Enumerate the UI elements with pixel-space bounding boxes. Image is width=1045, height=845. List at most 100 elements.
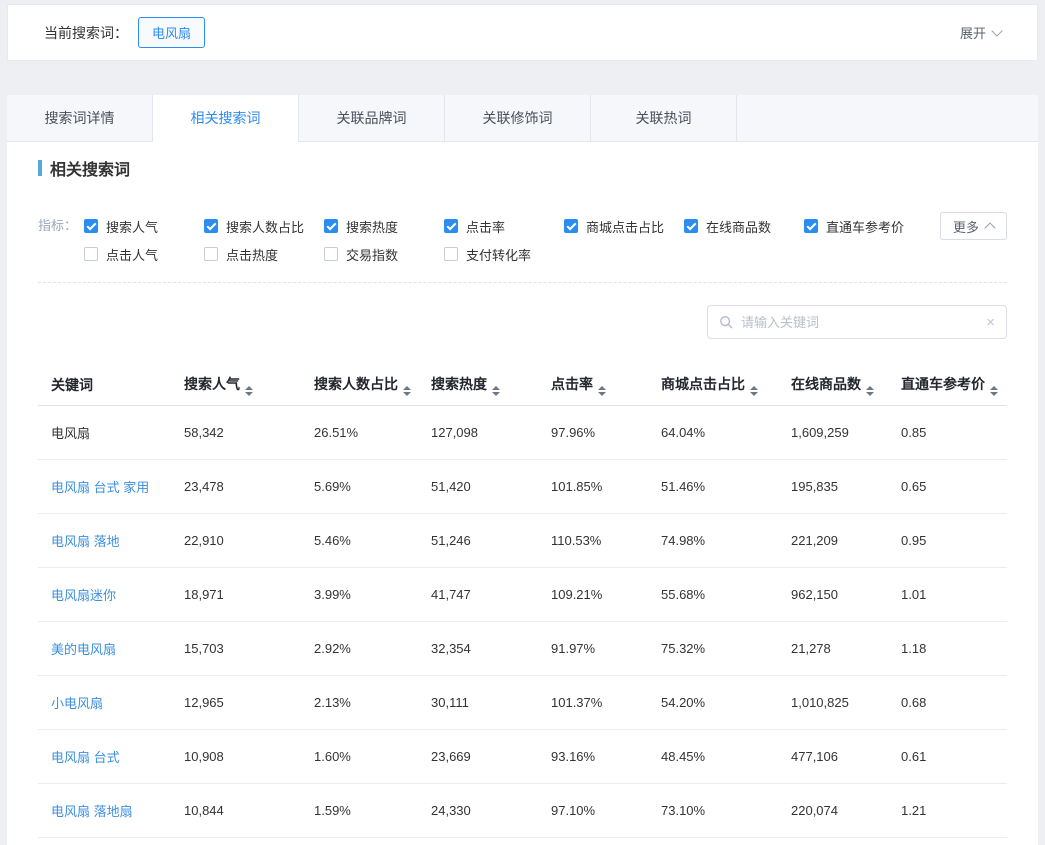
main-panel: 搜索词详情相关搜索词关联品牌词关联修饰词关联热词 相关搜索词 指标： 搜索人气搜… <box>7 95 1038 845</box>
keyword-cell[interactable]: 小电风扇 <box>38 675 171 729</box>
checkbox-checked-icon[interactable] <box>84 219 98 233</box>
value-cell: 220,074 <box>778 783 888 837</box>
column-header-ztc-reference-price[interactable]: 直通车参考价 <box>888 365 1007 405</box>
value-cell: 51,420 <box>418 459 538 513</box>
title-accent-bar <box>38 160 42 176</box>
metric-checkbox-searcher-share[interactable]: 搜索人数占比 <box>204 218 324 234</box>
checkbox-unchecked-icon[interactable] <box>204 247 218 261</box>
checkbox-unchecked-icon[interactable] <box>324 247 338 261</box>
column-header-search-heat[interactable]: 搜索热度 <box>418 365 538 405</box>
metric-checkbox-payment-conversion-rate[interactable]: 支付转化率 <box>444 246 564 262</box>
column-label: 在线商品数 <box>791 376 861 392</box>
metric-checkbox-online-products[interactable]: 在线商品数 <box>684 218 804 234</box>
sort-icon[interactable] <box>750 386 758 396</box>
metric-label: 搜索热度 <box>346 217 398 236</box>
value-cell: 127,098 <box>418 405 538 459</box>
sort-icon[interactable] <box>245 386 253 396</box>
metric-checkbox-search-popularity[interactable]: 搜索人气 <box>84 218 204 234</box>
keyword-cell[interactable]: 美的电风扇 <box>38 621 171 675</box>
metric-checkbox-click-heat[interactable]: 点击热度 <box>204 246 324 262</box>
checkbox-checked-icon[interactable] <box>444 219 458 233</box>
value-cell: 1.21 <box>888 783 1007 837</box>
column-header-online-products[interactable]: 在线商品数 <box>778 365 888 405</box>
metric-checkbox-click-popularity[interactable]: 点击人气 <box>84 246 204 262</box>
metric-label: 支付转化率 <box>466 245 531 264</box>
sort-icon[interactable] <box>990 386 998 396</box>
value-cell: 54.20% <box>648 675 778 729</box>
value-cell: 0.95 <box>888 513 1007 567</box>
sort-icon[interactable] <box>492 386 500 396</box>
sort-icon[interactable] <box>403 386 411 396</box>
value-cell: 32,354 <box>418 621 538 675</box>
current-search-bar: 当前搜索词： 电风扇 展开 <box>7 4 1038 61</box>
value-cell: 477,106 <box>778 729 888 783</box>
value-cell: 91.97% <box>538 621 648 675</box>
chevron-up-icon <box>984 222 995 233</box>
value-cell: 73.10% <box>648 783 778 837</box>
sort-icon[interactable] <box>866 386 874 396</box>
tab-related-brand-terms[interactable]: 关联品牌词 <box>299 95 445 141</box>
metric-checkbox-search-heat[interactable]: 搜索热度 <box>324 218 444 234</box>
metric-label: 搜索人数占比 <box>226 217 304 236</box>
metric-label: 直通车参考价 <box>826 217 904 236</box>
keyword-cell[interactable]: 电风扇 落地 <box>38 513 171 567</box>
value-cell: 74.98% <box>648 513 778 567</box>
value-cell: 195,835 <box>778 459 888 513</box>
checkbox-unchecked-icon[interactable] <box>444 247 458 261</box>
clear-icon[interactable]: × <box>986 315 995 330</box>
value-cell: 55.68% <box>648 567 778 621</box>
search-row: × <box>38 305 1007 339</box>
checkbox-checked-icon[interactable] <box>564 219 578 233</box>
table-row: 电风扇 落地22,9105.46%51,246110.53%74.98%221,… <box>38 513 1007 567</box>
value-cell: 51.46% <box>648 459 778 513</box>
more-button-label: 更多 <box>953 217 979 236</box>
table-row: 电风扇 台式 家用23,4785.69%51,420101.85%51.46%1… <box>38 459 1007 513</box>
column-header-search-popularity[interactable]: 搜索人气 <box>171 365 301 405</box>
value-cell: 5.69% <box>301 459 418 513</box>
column-label: 直通车参考价 <box>901 376 985 392</box>
metric-checkbox-ztc-reference-price[interactable]: 直通车参考价 <box>804 218 924 234</box>
value-cell: 23,669 <box>418 729 538 783</box>
keyword-search-input[interactable] <box>741 315 978 330</box>
tab-related-hot-terms[interactable]: 关联热词 <box>591 95 737 141</box>
tab-search-term-detail[interactable]: 搜索词详情 <box>7 95 153 141</box>
value-cell: 1,609,259 <box>778 405 888 459</box>
value-cell: 12,965 <box>171 675 301 729</box>
tab-related-search-terms[interactable]: 相关搜索词 <box>153 95 299 141</box>
metric-checkbox-mall-click-share[interactable]: 商城点击占比 <box>564 218 684 234</box>
tab-related-modifier-terms[interactable]: 关联修饰词 <box>445 95 591 141</box>
checkbox-checked-icon[interactable] <box>204 219 218 233</box>
column-header-mall-click-share[interactable]: 商城点击占比 <box>648 365 778 405</box>
value-cell: 1.59% <box>301 783 418 837</box>
value-cell: 41,747 <box>418 567 538 621</box>
value-cell: 0.68 <box>888 675 1007 729</box>
value-cell: 5.46% <box>301 513 418 567</box>
sort-icon[interactable] <box>598 386 606 396</box>
checkbox-unchecked-icon[interactable] <box>84 247 98 261</box>
column-header-click-rate[interactable]: 点击率 <box>538 365 648 405</box>
checkbox-checked-icon[interactable] <box>324 219 338 233</box>
checkbox-checked-icon[interactable] <box>684 219 698 233</box>
checkbox-checked-icon[interactable] <box>804 219 818 233</box>
value-cell: 18,971 <box>171 567 301 621</box>
metric-checkbox-transaction-index[interactable]: 交易指数 <box>324 246 444 262</box>
keyword-cell[interactable]: 电风扇 台式 <box>38 729 171 783</box>
value-cell: 1.60% <box>301 729 418 783</box>
table-row: 电风扇58,34226.51%127,09897.96%64.04%1,609,… <box>38 405 1007 459</box>
value-cell: 110.53% <box>538 513 648 567</box>
expand-toggle[interactable]: 展开 <box>960 23 1001 42</box>
value-cell: 1.01 <box>888 567 1007 621</box>
keyword-cell[interactable]: 电风扇 台式 家用 <box>38 459 171 513</box>
metric-checkbox-click-rate[interactable]: 点击率 <box>444 218 564 234</box>
value-cell: 21,278 <box>778 621 888 675</box>
table-header-row: 关键词搜索人气搜索人数占比搜索热度点击率商城点击占比在线商品数直通车参考价 <box>38 365 1007 405</box>
content-area: 相关搜索词 指标： 搜索人气搜索人数占比搜索热度点击率商城点击占比在线商品数直通… <box>7 142 1038 838</box>
value-cell: 0.65 <box>888 459 1007 513</box>
value-cell: 0.61 <box>888 729 1007 783</box>
metric-label: 交易指数 <box>346 245 398 264</box>
keyword-cell[interactable]: 电风扇迷你 <box>38 567 171 621</box>
more-button[interactable]: 更多 <box>940 212 1007 240</box>
search-term-tag[interactable]: 电风扇 <box>138 17 205 48</box>
column-header-searcher-share[interactable]: 搜索人数占比 <box>301 365 418 405</box>
keyword-cell[interactable]: 电风扇 落地扇 <box>38 783 171 837</box>
